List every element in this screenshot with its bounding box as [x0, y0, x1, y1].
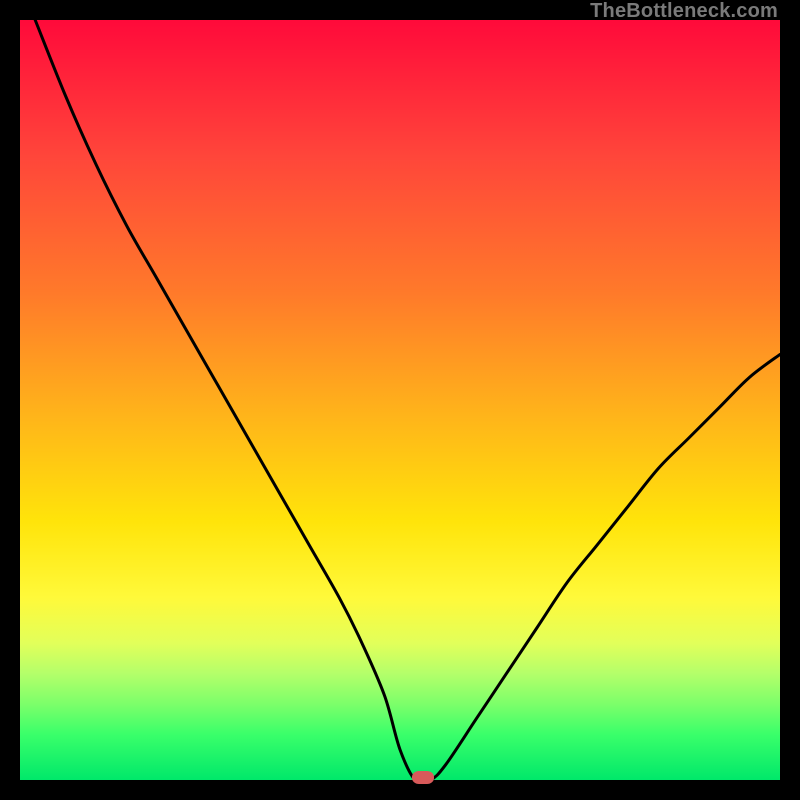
- chart-plot-area: [20, 20, 780, 780]
- chart-curve: [20, 20, 780, 780]
- curve-min-marker: [412, 771, 434, 784]
- chart-frame: TheBottleneck.com: [0, 0, 800, 800]
